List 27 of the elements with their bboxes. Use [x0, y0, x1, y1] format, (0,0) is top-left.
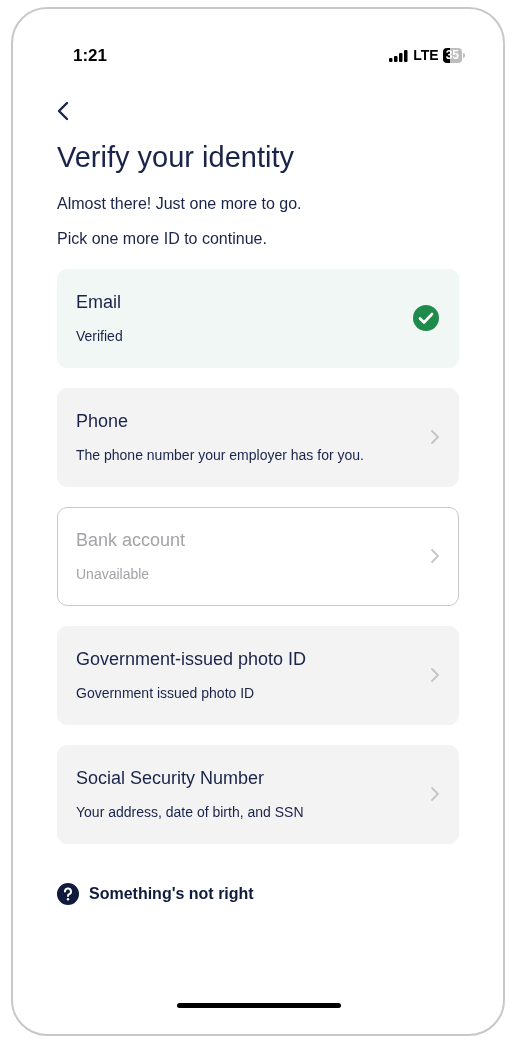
network-label: LTE: [413, 46, 439, 66]
option-title: Bank account: [76, 529, 186, 551]
id-option-card[interactable]: Phone The phone number your employer has for you.: [57, 387, 459, 487]
option-subtitle: Verified: [76, 327, 123, 345]
question-circle-icon: [57, 882, 79, 905]
option-title: Email: [76, 291, 122, 313]
page-title: Verify your identity: [57, 139, 295, 175]
chevron-right-icon: [430, 667, 440, 683]
help-link[interactable]: Something's not right: [57, 881, 254, 906]
option-subtitle: Government issued photo ID: [76, 684, 256, 702]
chevron-right-icon: [430, 548, 440, 564]
id-option-card[interactable]: Email Verified: [57, 268, 459, 368]
check-circle-icon: [412, 304, 440, 332]
signal-icon: [389, 49, 410, 62]
option-title: Government-issued photo ID: [76, 648, 307, 670]
id-option-card[interactable]: Social Security Number Your address, date of birth, and SSN: [57, 744, 459, 844]
option-subtitle: The phone number your employer has for you.: [76, 446, 364, 464]
option-subtitle: Your address, date of birth, and SSN: [76, 803, 304, 821]
status-time: 1:21: [73, 45, 108, 67]
option-subtitle: Unavailable: [76, 565, 151, 583]
chevron-right-icon: [430, 429, 440, 445]
option-title: Social Security Number: [76, 767, 266, 789]
option-title: Phone: [76, 410, 130, 432]
intro-text: Almost there! Just one more to go.: [57, 193, 303, 214]
chevron-right-icon: [430, 786, 440, 802]
intro-text: Pick one more ID to continue.: [57, 228, 268, 249]
id-option-card[interactable]: Government-issued photo ID Government issued photo ID: [57, 625, 459, 725]
